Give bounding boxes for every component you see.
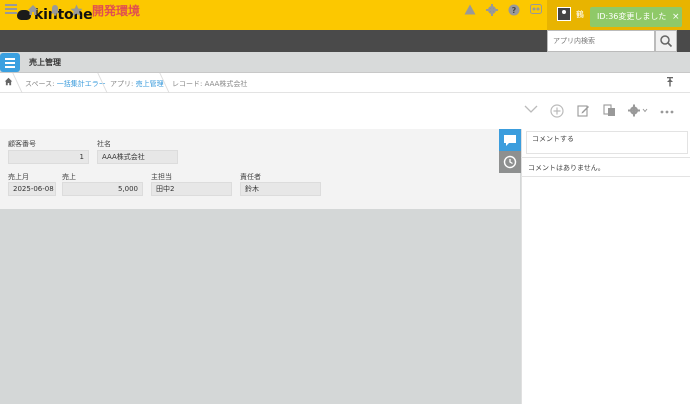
no-comments-message: コメントはありません。 xyxy=(528,164,605,172)
help-icon[interactable]: ? xyxy=(507,4,521,18)
favorite-star-icon[interactable] xyxy=(69,4,83,18)
breadcrumb-space-prefix: スペース: xyxy=(25,80,57,88)
manager-label: 責任者 xyxy=(240,173,261,181)
home-icon[interactable] xyxy=(26,4,40,18)
app-list-icon[interactable] xyxy=(0,53,20,72)
customer-no-value: 1 xyxy=(8,150,89,164)
app-search-input[interactable]: アプリ内検索 xyxy=(547,30,655,52)
duplicate-record-icon[interactable] xyxy=(602,104,616,118)
history-clock-icon xyxy=(503,155,517,169)
comment-divider xyxy=(521,157,690,158)
pin-icon[interactable] xyxy=(666,77,674,90)
search-placeholder: アプリ内検索 xyxy=(553,37,595,45)
user-name: 鶴 xyxy=(576,10,584,19)
search-icon xyxy=(660,35,673,48)
update-toast: ID:36変更しました × xyxy=(590,7,682,27)
manager-value: 鈴木 xyxy=(240,182,321,196)
comment-divider xyxy=(521,176,690,177)
cybozu-apps-icon[interactable] xyxy=(529,4,543,18)
sales-month-label: 売上月 xyxy=(8,173,29,181)
settings-gear-dropdown-icon[interactable] xyxy=(628,104,648,118)
more-options-icon[interactable] xyxy=(660,104,674,118)
company-value: AAA株式会社 xyxy=(97,150,178,164)
toast-message: ID:36変更しました xyxy=(597,12,667,21)
sales-label: 売上 xyxy=(62,173,76,181)
user-avatar-icon xyxy=(557,7,571,21)
sales-rep-value: 田中2 xyxy=(151,182,232,196)
notification-bell-icon[interactable] xyxy=(48,4,62,18)
comment-input-placeholder: コメントする xyxy=(532,135,574,143)
comment-input[interactable]: コメントする xyxy=(526,131,688,154)
dev-environment-label: 開発環境 xyxy=(92,4,141,18)
warning-triangle-icon[interactable] xyxy=(463,4,477,18)
comments-tab[interactable] xyxy=(499,129,521,151)
breadcrumb-record: レコード: AAA株式会社 xyxy=(172,80,248,88)
chevron-down-icon[interactable] xyxy=(524,104,538,118)
company-label: 社名 xyxy=(97,140,111,148)
logo-text: kintone xyxy=(34,7,93,23)
add-record-icon[interactable] xyxy=(550,104,564,118)
record-detail-form xyxy=(0,129,520,209)
customer-no-label: 顧客番号 xyxy=(8,140,36,148)
app-title[interactable]: 売上管理 xyxy=(29,57,61,68)
comment-bubble-icon xyxy=(504,135,516,146)
svg-text:?: ? xyxy=(512,6,517,15)
settings-gear-icon[interactable] xyxy=(485,4,499,18)
sales-month-value: 2025-06-08 xyxy=(8,182,56,196)
search-button[interactable] xyxy=(655,30,677,52)
breadcrumb-app-prefix: アプリ: xyxy=(110,80,136,88)
edit-pencil-icon[interactable] xyxy=(576,104,590,118)
menu-icon[interactable] xyxy=(4,4,18,18)
app-title-bar xyxy=(0,52,690,73)
sales-rep-label: 主担当 xyxy=(151,173,172,181)
history-tab[interactable] xyxy=(499,151,521,173)
toast-close-icon[interactable]: × xyxy=(672,12,680,22)
sales-value: 5,000 xyxy=(62,182,143,196)
